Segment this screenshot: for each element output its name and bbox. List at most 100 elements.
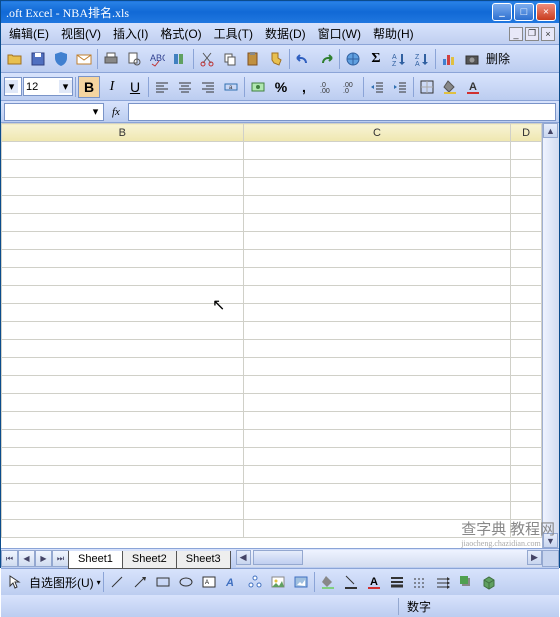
cell[interactable]	[511, 160, 542, 178]
scroll-right-icon[interactable]: ▶	[527, 550, 542, 565]
decrease-decimal-icon[interactable]: .00.0	[339, 76, 361, 98]
cell[interactable]	[2, 232, 244, 250]
cell[interactable]	[2, 304, 244, 322]
cell[interactable]	[243, 214, 510, 232]
cell[interactable]	[243, 376, 510, 394]
name-box[interactable]: ▾	[4, 103, 104, 121]
clipart-icon[interactable]	[267, 571, 289, 593]
align-right-icon[interactable]	[197, 76, 219, 98]
cell-grid[interactable]: B C D ↖	[1, 123, 542, 548]
spell-check-icon[interactable]: ABC	[146, 48, 168, 70]
cell[interactable]	[2, 358, 244, 376]
sort-asc-icon[interactable]: AZ	[388, 48, 410, 70]
cell[interactable]	[243, 520, 510, 538]
cell[interactable]	[2, 412, 244, 430]
align-center-icon[interactable]	[174, 76, 196, 98]
mdi-minimize[interactable]: _	[509, 27, 523, 41]
textbox-icon[interactable]: A	[198, 571, 220, 593]
tab-last-icon[interactable]: ⏭	[52, 550, 69, 567]
cell[interactable]	[243, 322, 510, 340]
vertical-scrollbar[interactable]: ▲ ▼	[542, 123, 559, 548]
hyperlink-icon[interactable]	[342, 48, 364, 70]
cell[interactable]	[243, 448, 510, 466]
fill-color-draw-icon[interactable]	[317, 571, 339, 593]
cell[interactable]	[2, 484, 244, 502]
cell[interactable]	[2, 448, 244, 466]
tab-first-icon[interactable]: ⏮	[1, 550, 18, 567]
cell[interactable]	[243, 502, 510, 520]
line-color-icon[interactable]	[340, 571, 362, 593]
col-header-c[interactable]: C	[243, 124, 510, 142]
fx-button[interactable]: fx	[104, 106, 128, 118]
cell[interactable]	[511, 196, 542, 214]
camera-icon[interactable]	[461, 48, 483, 70]
align-left-icon[interactable]	[151, 76, 173, 98]
scroll-left-icon[interactable]: ◀	[236, 550, 251, 565]
name-box-input[interactable]	[5, 104, 88, 119]
formula-input[interactable]	[128, 103, 556, 121]
borders-icon[interactable]	[416, 76, 438, 98]
cell[interactable]	[243, 250, 510, 268]
cell[interactable]	[243, 394, 510, 412]
font-color-icon[interactable]: A	[462, 76, 484, 98]
open-icon[interactable]	[4, 48, 26, 70]
cell[interactable]	[243, 142, 510, 160]
sheet-tab-1[interactable]: Sheet1	[68, 551, 123, 569]
cell[interactable]	[511, 268, 542, 286]
shadow-icon[interactable]	[455, 571, 477, 593]
merge-center-icon[interactable]: a	[220, 76, 242, 98]
save-icon[interactable]	[27, 48, 49, 70]
diagram-icon[interactable]	[244, 571, 266, 593]
menu-tools[interactable]: 工具(T)	[210, 23, 257, 44]
format-painter-icon[interactable]	[265, 48, 287, 70]
cell[interactable]	[511, 304, 542, 322]
paste-icon[interactable]	[242, 48, 264, 70]
scroll-down-icon[interactable]: ▼	[543, 533, 558, 548]
research-icon[interactable]	[169, 48, 191, 70]
minimize-button[interactable]: _	[492, 3, 512, 21]
autoshapes-button[interactable]: 自选图形(U)	[27, 574, 96, 591]
sheet-tab-3[interactable]: Sheet3	[176, 551, 231, 569]
cell[interactable]	[511, 286, 542, 304]
font-size-box[interactable]: ▾	[23, 77, 73, 96]
tab-next-icon[interactable]: ▶	[35, 550, 52, 567]
line-style-icon[interactable]	[386, 571, 408, 593]
cell[interactable]	[2, 160, 244, 178]
menu-help[interactable]: 帮助(H)	[369, 23, 418, 44]
cell[interactable]	[243, 430, 510, 448]
increase-decimal-icon[interactable]: .0.00	[316, 76, 338, 98]
oval-icon[interactable]	[175, 571, 197, 593]
cell[interactable]	[243, 196, 510, 214]
cell[interactable]	[511, 322, 542, 340]
cell[interactable]	[2, 214, 244, 232]
col-header-d[interactable]: D	[511, 124, 542, 142]
cell[interactable]	[243, 340, 510, 358]
hscroll-thumb[interactable]	[253, 550, 303, 565]
cell[interactable]	[243, 358, 510, 376]
fill-color-icon[interactable]	[439, 76, 461, 98]
cell[interactable]	[243, 160, 510, 178]
permission-icon[interactable]	[50, 48, 72, 70]
cell[interactable]	[511, 448, 542, 466]
cell[interactable]	[511, 394, 542, 412]
cell[interactable]	[2, 520, 244, 538]
cell[interactable]	[511, 340, 542, 358]
redo-icon[interactable]	[315, 48, 337, 70]
arrow-style-icon[interactable]	[432, 571, 454, 593]
cell[interactable]	[2, 250, 244, 268]
cell[interactable]	[2, 178, 244, 196]
copy-icon[interactable]	[219, 48, 241, 70]
menu-insert[interactable]: 插入(I)	[109, 23, 152, 44]
cell[interactable]	[2, 286, 244, 304]
cell[interactable]	[2, 268, 244, 286]
cell[interactable]	[511, 178, 542, 196]
select-objects-icon[interactable]	[4, 571, 26, 593]
cell[interactable]	[511, 484, 542, 502]
cell[interactable]	[2, 340, 244, 358]
menu-edit[interactable]: 编辑(E)	[5, 23, 53, 44]
menu-data[interactable]: 数据(D)	[261, 23, 310, 44]
print-preview-icon[interactable]	[123, 48, 145, 70]
cell[interactable]	[2, 394, 244, 412]
tab-prev-icon[interactable]: ◀	[18, 550, 35, 567]
cell[interactable]	[511, 430, 542, 448]
